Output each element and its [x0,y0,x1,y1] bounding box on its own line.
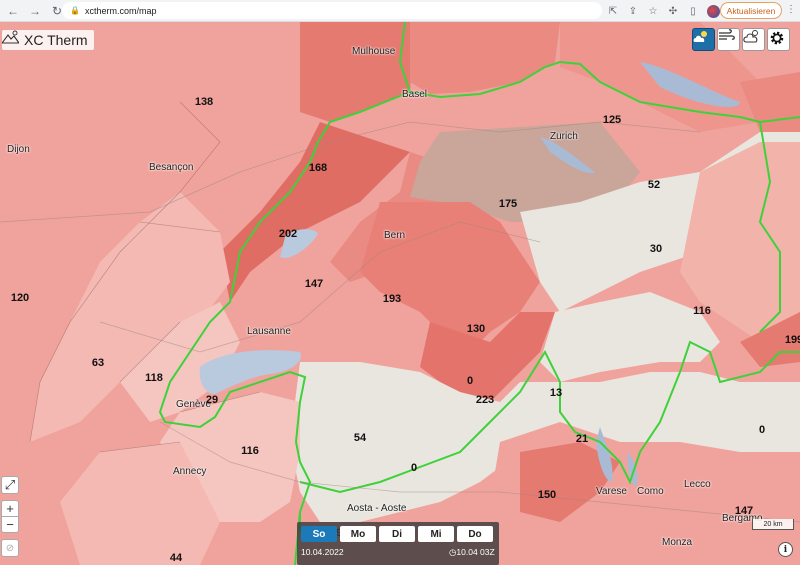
info-button[interactable]: i [778,542,793,557]
star-icon[interactable]: ☆ [645,3,661,19]
sidebar-icon[interactable]: ▯ [685,3,701,19]
city-label: Zurich [550,131,578,142]
thermal-value: 223 [475,394,495,406]
cloud-icon [743,30,758,43]
scale-bar: 20 km [752,519,794,530]
thermal-value: 116 [241,445,259,457]
thermal-value: 13 [549,387,563,399]
thermal-value: 120 [10,292,30,304]
zoom-out-button[interactable]: − [1,516,19,533]
thermal-value: 116 [693,305,711,317]
update-button[interactable]: Aktualisieren [720,2,782,19]
lock-icon: 🔒 [70,6,80,15]
city-label: Annecy [173,466,207,477]
thermal-value: 118 [145,372,163,384]
share-icon[interactable]: ⇪ [625,3,641,19]
day-tab-2[interactable]: Di [379,526,415,542]
city-label: Basel [402,89,428,100]
forward-icon[interactable]: → [26,2,44,20]
thermal-value: 147 [734,505,754,517]
thermal-value: 150 [537,489,557,501]
thermal-value: 21 [575,433,589,445]
thermal-value: 29 [205,394,219,406]
fullscreen-button[interactable]: ⤢ [1,476,19,494]
forecast-time-label: 10.04 03Z [456,547,495,557]
app-logo[interactable]: XC Therm [2,30,94,50]
gear-icon [770,31,784,45]
thermal-value: 130 [466,323,486,335]
more-icon[interactable]: ⋮ [786,4,796,15]
thermal-value: 202 [278,228,298,240]
city-label: Monza [662,537,693,548]
open-in-icon[interactable]: ⇱ [605,3,621,19]
day-tab-3[interactable]: Mi [418,526,454,542]
forecast-date: 10.04.2022 [301,547,344,557]
thermal-value: 44 [169,552,183,564]
thermal-layer-button[interactable] [692,28,715,51]
thermal-value: 0 [410,462,418,474]
day-tab-4[interactable]: Do [457,526,493,542]
app-title: XC Therm [24,32,88,48]
location-button[interactable]: ⊘ [1,539,19,557]
day-tab-1[interactable]: Mo [340,526,376,542]
thermal-value: 52 [647,179,661,191]
extensions-icon[interactable]: ✣ [665,3,681,19]
profile-button[interactable] [705,3,721,19]
url-text: xctherm.com/map [84,5,157,16]
day-tab-0[interactable]: So [301,526,337,542]
thermal-value: 63 [91,357,105,369]
avatar [706,4,720,18]
sun-cloud-icon [693,31,707,42]
location-off-icon: ⊘ [5,542,15,554]
city-label: Bern [384,230,406,241]
thermal-value: 199 [784,334,800,346]
thermal-value: 30 [649,243,663,255]
city-label: Mulhouse [352,46,396,57]
thermal-value: 0 [758,424,766,436]
thermal-value: 138 [194,96,214,108]
thermal-value: 193 [382,293,402,305]
browser-toolbar: ← → ↻ 🔒 xctherm.com/map ⇱ ⇪ ☆ ✣ ▯ Aktual… [0,0,800,22]
forecast-time: ◷10.04 03Z [449,547,495,558]
thermal-value: 54 [353,432,367,444]
thermal-value: 0 [466,375,474,387]
map-view[interactable]: Mulhouse Basel Dijon Besançon Zurich Bern Laus… [0,22,800,565]
thermal-value: 175 [498,198,518,210]
thermal-value: 168 [308,162,328,174]
city-label: Aosta - Aoste [347,503,407,514]
city-label: Besançon [149,162,194,173]
address-bar[interactable]: 🔒 xctherm.com/map [62,2,602,19]
city-label: Lecco [684,479,711,490]
settings-button[interactable] [767,28,790,51]
thermal-value: 125 [602,114,622,126]
cloud-layer-button[interactable] [742,28,765,51]
zoom-in-button[interactable]: + [1,500,19,517]
wind-layer-button[interactable] [717,28,740,51]
city-label: Lausanne [247,326,291,337]
day-selector: So Mo Di Mi Do 10.04.2022 ◷10.04 03Z [297,522,499,565]
city-label: Como [637,486,664,497]
wind-icon [719,29,735,40]
city-label: Dijon [7,144,30,155]
thermal-value: 147 [304,278,324,290]
city-label: Varese [596,486,627,497]
mountain-sun-icon [2,30,19,44]
back-icon[interactable]: ← [4,2,22,20]
